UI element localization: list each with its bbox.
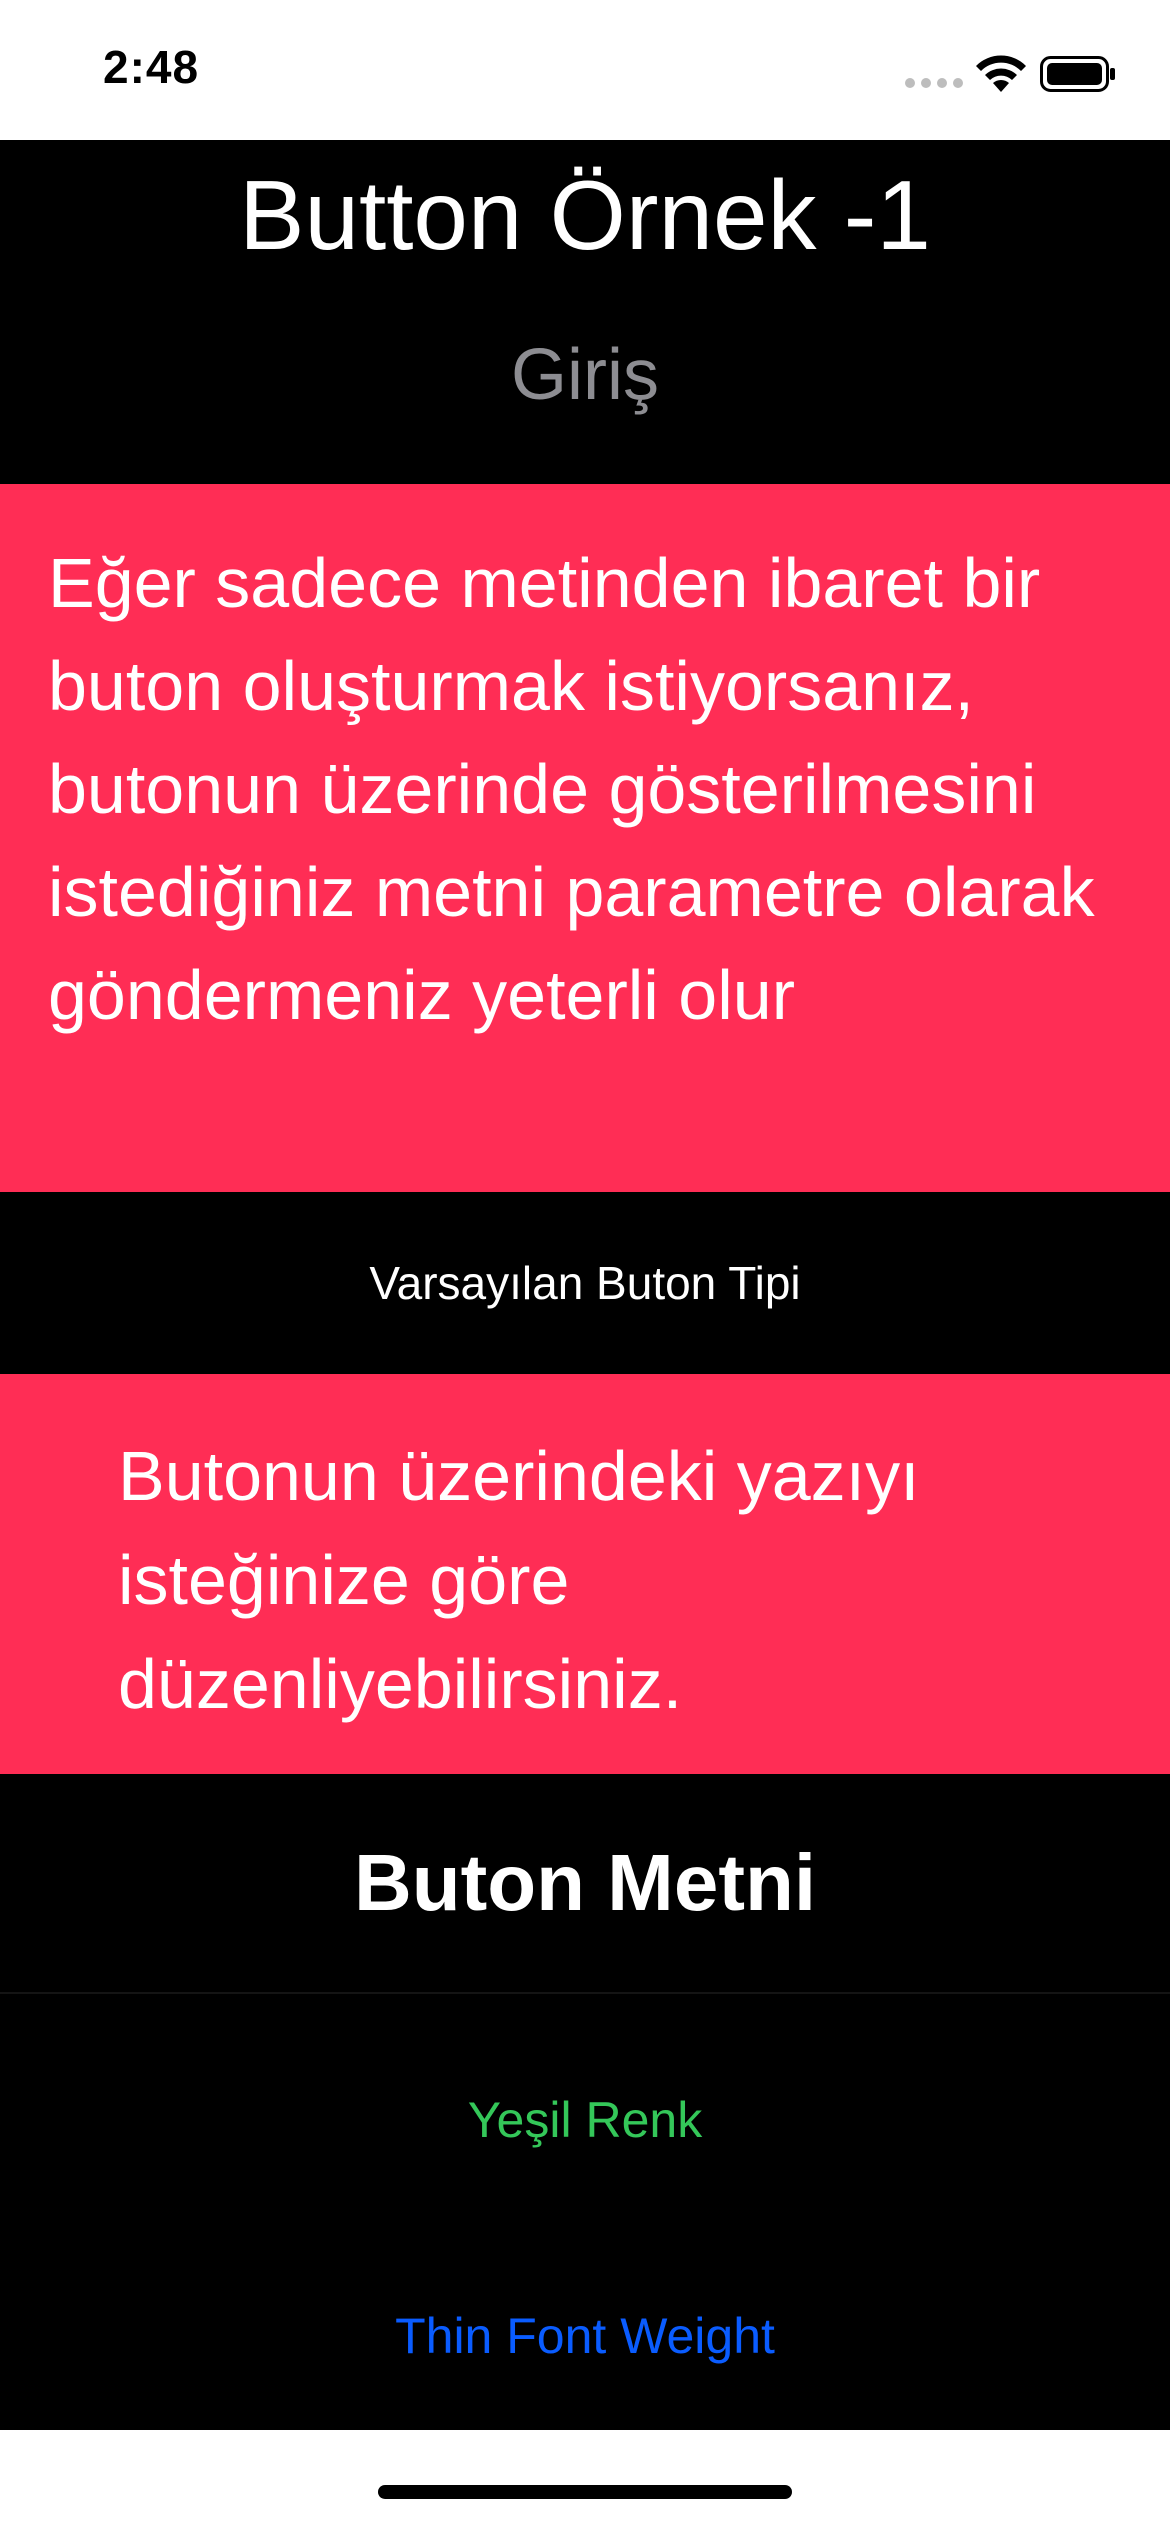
info-card-1: Eğer sadece metinden ibaret bir buton ol…: [0, 484, 1170, 1192]
status-time: 2:48: [103, 41, 200, 93]
home-indicator[interactable]: [378, 2485, 792, 2499]
signal-dots-icon: [905, 78, 963, 88]
default-button[interactable]: Varsayılan Buton Tipi: [0, 1192, 1170, 1374]
bold-text-button[interactable]: Buton Metni: [0, 1774, 1170, 1992]
info-card-2: Butonun üzerindeki yazıyı isteğinize gör…: [0, 1374, 1170, 1774]
wifi-icon: [976, 55, 1026, 92]
thin-font-weight-button[interactable]: Thin Font Weight: [0, 2276, 1170, 2396]
green-color-button[interactable]: Yeşil Renk: [0, 2060, 1170, 2180]
info-text-2: Butonun üzerindeki yazıyı isteğinize gör…: [118, 1437, 920, 1723]
main-screen: Button Örnek -1 Giriş Eğer sadece metind…: [0, 140, 1170, 2430]
page-title: Button Örnek -1: [239, 160, 931, 270]
status-bar: 2:48: [0, 0, 1170, 140]
divider: [0, 1992, 1170, 1994]
home-indicator-area: [0, 2430, 1170, 2532]
page-subtitle: Giriş: [511, 335, 659, 415]
info-text-1: Eğer sadece metinden ibaret bir buton ol…: [48, 544, 1095, 1034]
battery-icon: [1040, 56, 1115, 92]
